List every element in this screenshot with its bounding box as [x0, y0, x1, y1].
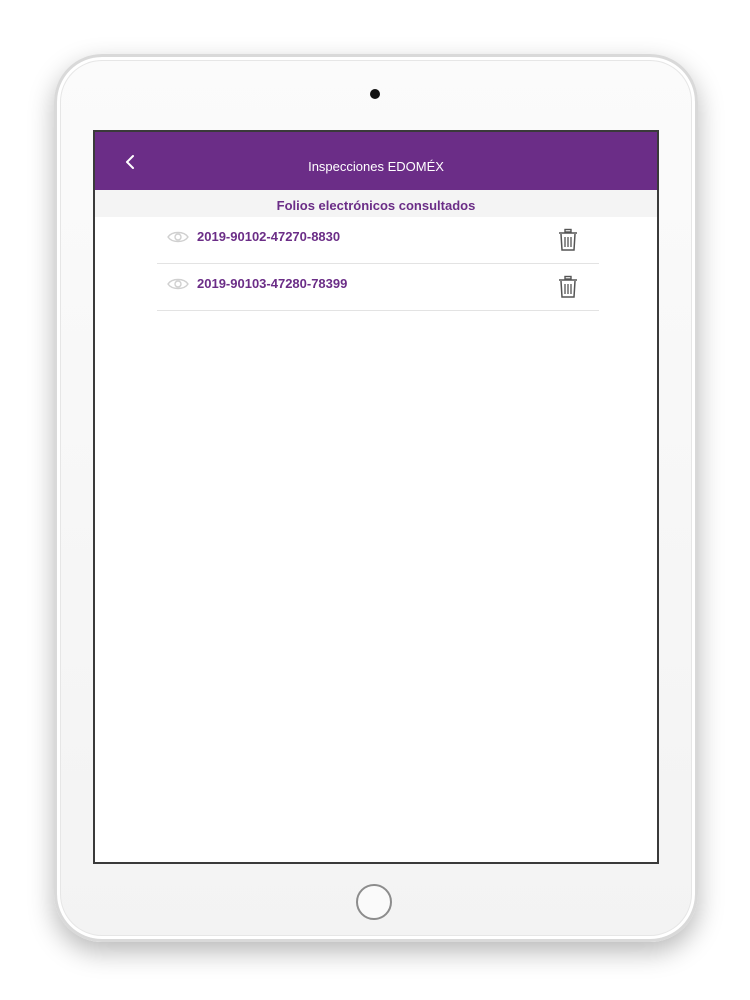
- eye-icon[interactable]: [167, 277, 189, 291]
- app-screen: Inspecciones EDOMÉX Folios electrónicos …: [93, 130, 659, 864]
- folio-row-2[interactable]: 2019-90103-47280-78399: [157, 264, 599, 311]
- app-bar: Inspecciones EDOMÉX: [95, 132, 657, 190]
- page-title: Inspecciones EDOMÉX: [308, 159, 444, 174]
- trash-icon[interactable]: [557, 228, 579, 252]
- trash-icon[interactable]: [557, 275, 579, 299]
- folio-row-1[interactable]: 2019-90102-47270-8830: [157, 217, 599, 264]
- folio-number: 2019-90102-47270-8830: [197, 229, 341, 244]
- eye-icon[interactable]: [167, 230, 189, 244]
- section-title: Folios electrónicos consultados: [95, 190, 657, 217]
- home-button[interactable]: [356, 884, 392, 920]
- folio-list: 2019-90102-47270-8830 2019-90103-47280-7…: [157, 217, 599, 311]
- camera-lens: [370, 89, 380, 99]
- folio-number: 2019-90103-47280-78399: [197, 276, 348, 291]
